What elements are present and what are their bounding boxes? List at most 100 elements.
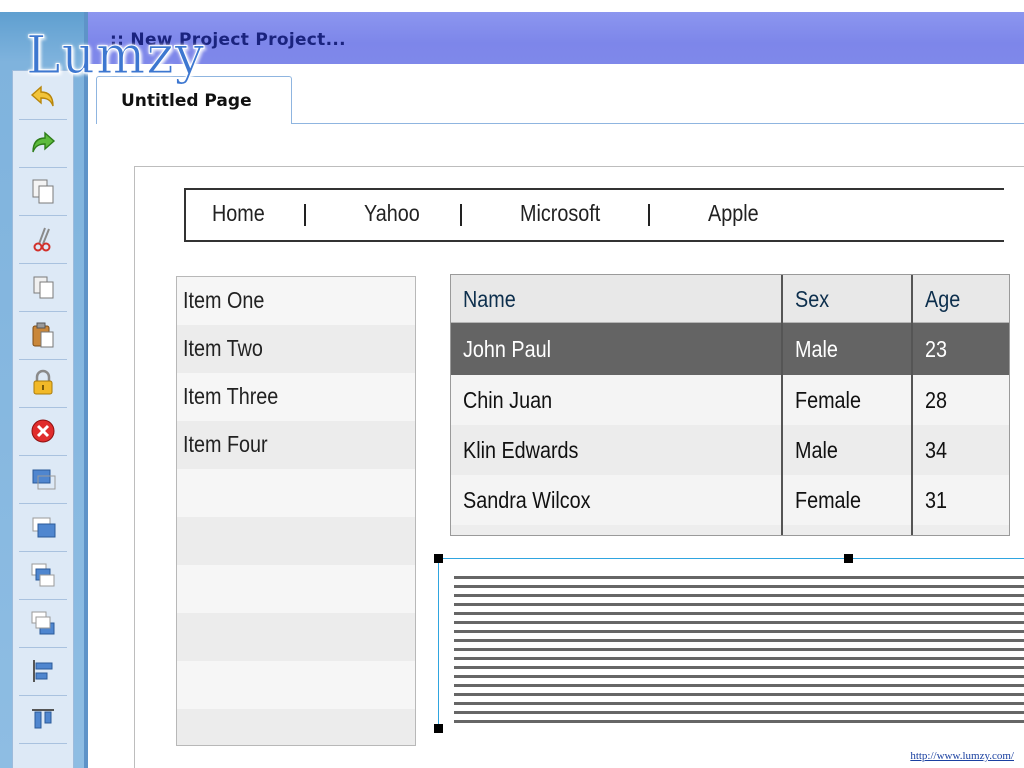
toolbar [0, 12, 84, 768]
toolbar-panel [12, 70, 74, 768]
send-to-back-icon [31, 611, 55, 635]
duplicate-icon [33, 276, 54, 299]
copy-button[interactable] [27, 175, 59, 207]
list-item[interactable]: Item Three [177, 373, 415, 421]
nav-separator [460, 204, 462, 226]
bring-to-front-icon [31, 563, 55, 587]
list-item[interactable]: Item Two [177, 325, 415, 373]
list-item-empty[interactable] [177, 565, 415, 613]
list-item-empty[interactable] [177, 661, 415, 709]
selection-border [438, 558, 1024, 559]
text-line [454, 648, 1024, 651]
text-line [454, 675, 1024, 678]
delete-icon [31, 419, 55, 443]
nav-link-home[interactable]: Home [212, 200, 265, 227]
cell-sex: Male [795, 336, 838, 362]
cell-sex: Male [795, 437, 838, 463]
redo-button[interactable] [27, 127, 59, 159]
list-item[interactable]: Item Four [177, 421, 415, 469]
text-line [454, 621, 1024, 624]
nav-link-yahoo[interactable]: Yahoo [364, 200, 420, 227]
bring-forward-button[interactable] [27, 463, 59, 495]
window-titlebar[interactable]: :: New Project Project... [84, 12, 1024, 64]
bring-to-front-button[interactable] [27, 559, 59, 591]
text-line [454, 603, 1024, 606]
text-line [454, 585, 1024, 588]
cell-name: Sandra Wilcox [463, 487, 591, 513]
resize-handle-top-middle[interactable] [844, 554, 853, 563]
cell-name: John Paul [463, 336, 551, 362]
cell-age: 34 [925, 437, 948, 463]
align-left-button[interactable] [27, 655, 59, 687]
text-line [454, 711, 1024, 714]
text-line [454, 702, 1024, 705]
text-block-selected[interactable] [434, 554, 1024, 733]
column-header-name[interactable]: Name [451, 275, 781, 323]
send-backward-icon [32, 517, 56, 538]
copy-icon [32, 179, 54, 204]
project-window: :: New Project Project... Untitled Page … [84, 12, 1024, 768]
paste-button[interactable] [27, 319, 59, 351]
list-item-empty[interactable] [177, 469, 415, 517]
text-line [454, 630, 1024, 633]
resize-handle-top-left[interactable] [434, 554, 443, 563]
delete-button[interactable] [27, 415, 59, 447]
cell-age: 23 [925, 336, 948, 362]
cell-sex: Female [795, 387, 861, 413]
align-left-icon [33, 660, 53, 682]
duplicate-button[interactable] [27, 271, 59, 303]
cell-age: 28 [925, 387, 948, 413]
text-line [454, 594, 1024, 597]
lumzy-logo: Lumzy [25, 26, 206, 87]
navigation-bar[interactable]: Home Yahoo Microsoft Apple [184, 188, 1004, 242]
list-item-empty[interactable] [177, 709, 415, 745]
list-item-label: Item Four [183, 431, 268, 457]
column-header-sex[interactable]: Sex [783, 275, 911, 323]
footer-url-link[interactable]: http://www.lumzy.com/ [910, 750, 1014, 762]
align-top-button[interactable] [27, 703, 59, 735]
bring-forward-icon [32, 469, 56, 490]
tab-strip: Untitled Page [84, 64, 1024, 128]
nav-link-apple[interactable]: Apple [708, 200, 759, 227]
nav-separator [648, 204, 650, 226]
editor-area: Home Yahoo Microsoft Apple Item One Item… [84, 128, 1024, 768]
text-line [454, 639, 1024, 642]
redo-icon [32, 131, 56, 153]
lock-icon [33, 369, 53, 395]
resize-handle-bottom-left[interactable] [434, 724, 443, 733]
list-item-empty[interactable] [177, 517, 415, 565]
column-header-age[interactable]: Age [913, 275, 1009, 323]
align-top-icon [32, 709, 54, 729]
list-item-empty[interactable] [177, 613, 415, 661]
list-item-label: Item One [183, 287, 265, 313]
list-item-label: Item Three [183, 383, 279, 409]
text-line [454, 693, 1024, 696]
text-line [454, 666, 1024, 669]
text-line [454, 720, 1024, 723]
tab-label: Untitled Page [121, 91, 252, 111]
column-divider [911, 275, 913, 535]
nav-separator [304, 204, 306, 226]
list-item-label: Item Two [183, 335, 263, 361]
cell-age: 31 [925, 487, 948, 513]
undo-icon [30, 85, 54, 107]
selection-border [438, 558, 439, 728]
text-line [454, 657, 1024, 660]
cell-name: Chin Juan [463, 387, 553, 413]
paste-icon [32, 322, 54, 348]
send-backward-button[interactable] [27, 511, 59, 543]
text-line [454, 576, 1024, 579]
cell-sex: Female [795, 487, 861, 513]
data-grid[interactable]: Name Sex Age John Paul Male 23 Chin Juan… [450, 274, 1010, 536]
cut-icon [33, 227, 51, 252]
list-box[interactable]: Item One Item Two Item Three Item Four [176, 276, 416, 746]
text-line [454, 612, 1024, 615]
column-divider [781, 275, 783, 535]
send-to-back-button[interactable] [27, 607, 59, 639]
list-item[interactable]: Item One [177, 277, 415, 325]
cut-button[interactable] [27, 223, 59, 255]
cell-name: Klin Edwards [463, 437, 579, 463]
text-line [454, 684, 1024, 687]
lock-button[interactable] [27, 367, 59, 399]
nav-link-microsoft[interactable]: Microsoft [520, 200, 600, 227]
